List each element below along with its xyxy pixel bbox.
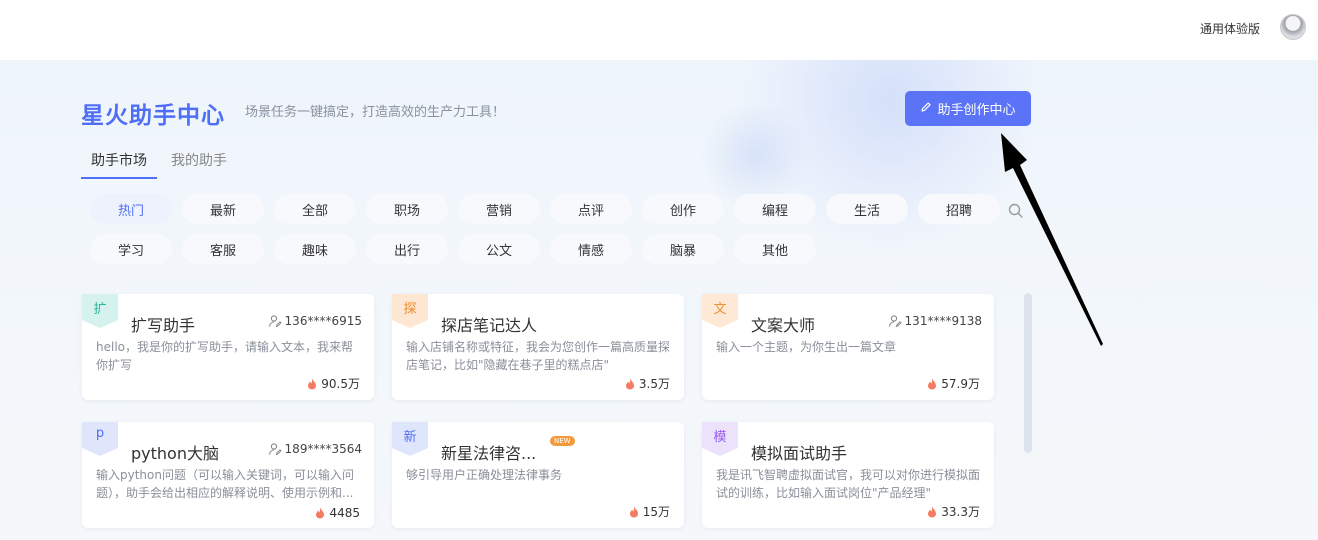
category-chip[interactable]: 创作 [642, 194, 724, 224]
card-description: 输入一个主题，为你生出一篇文章 [716, 340, 897, 354]
card-usage-count: 90.5万 [321, 377, 360, 391]
user-edit-icon [888, 315, 902, 328]
tab-my-assistants[interactable]: 我的助手 [161, 146, 237, 179]
card-usage: 57.9万 [927, 375, 980, 392]
category-filter: 热门 最新 全部 职场 营销 点评 创作 编程 生活 招聘 学习 客服 趣味 出行 公文 情感 脑暴 其他 [90, 194, 1020, 274]
fire-icon [629, 506, 638, 517]
card-title: 模拟面试助手 [751, 444, 848, 463]
fire-icon [625, 378, 634, 389]
assistant-card[interactable]: 新新星法律咨... NEW 够引导用户正确处理法律事务 15万 [392, 422, 684, 528]
category-chip[interactable]: 编程 [734, 194, 816, 224]
category-chip[interactable]: 全部 [274, 194, 356, 224]
card-author: 131****9138 [888, 314, 982, 328]
category-chip[interactable]: 公文 [458, 234, 540, 264]
new-badge: NEW [550, 436, 575, 446]
card-usage: 90.5万 [307, 375, 360, 392]
assistant-card[interactable]: 文文案大师 131****9138 输入一个主题，为你生出一篇文章 57.9万 [702, 294, 994, 400]
card-badge-letter: p [95, 426, 105, 441]
category-chip[interactable]: 生活 [826, 194, 908, 224]
assistant-creation-center-button[interactable]: 助手创作中心 [905, 91, 1031, 126]
card-usage-count: 15万 [642, 505, 670, 519]
search-icon[interactable] [1005, 200, 1027, 222]
pencil-icon [920, 101, 932, 116]
tab-assistant-market[interactable]: 助手市场 [81, 146, 157, 179]
card-description: hello，我是你的扩写助手，请输入文本，我来帮你扩写 [96, 340, 353, 372]
card-description: 输入python问题（可以输入关键词，可以输入问题），助手会给出相应的解释说明、… [96, 468, 354, 500]
card-author: 136****6915 [268, 314, 362, 328]
category-chip[interactable]: 脑暴 [642, 234, 724, 264]
card-description: 够引导用户正确处理法律事务 [406, 468, 563, 482]
fire-icon [316, 507, 325, 519]
card-usage-count: 3.5万 [638, 377, 670, 391]
page-subtitle: 场景任务一键搞定，打造高效的生产力工具！ [245, 105, 506, 120]
category-chip[interactable]: 招聘 [918, 194, 1000, 224]
page-title: 星火助手中心 [81, 103, 225, 129]
assistant-card[interactable]: 扩扩写助手 136****6915 hello，我是你的扩写助手，请输入文本，我来帮… [82, 294, 374, 400]
category-chip[interactable]: 职场 [366, 194, 448, 224]
category-chip[interactable]: 点评 [550, 194, 632, 224]
card-usage: 33.3万 [927, 503, 980, 520]
assistant-card[interactable]: 探探店笔记达人输入店铺名称或特征，我会为您创作一篇高质量探店笔记，比如"隐藏在巷… [392, 294, 684, 400]
top-bar: 通用体验版 [0, 0, 1318, 60]
card-author: 189****3564 [268, 442, 362, 456]
card-title: 文案大师 [751, 316, 816, 335]
category-row-1: 热门 最新 全部 职场 营销 点评 创作 编程 生活 招聘 [90, 194, 1020, 224]
category-chip[interactable]: 热门 [90, 194, 172, 224]
card-usage-count: 57.9万 [941, 377, 980, 391]
fire-icon [928, 378, 937, 389]
card-title: python大脑 [131, 444, 219, 463]
assistant-card[interactable]: p python大脑 189****3564 输入python问题（可以输入关键词，可… [82, 422, 374, 528]
scrollbar[interactable] [1024, 293, 1032, 453]
card-title: 扩写助手 [131, 316, 196, 335]
category-chip[interactable]: 营销 [458, 194, 540, 224]
card-badge-letter: 探 [403, 302, 417, 317]
card-title: 新星法律咨... [441, 444, 537, 463]
card-author-id: 189****3564 [284, 442, 362, 456]
card-title: 探店笔记达人 [441, 316, 538, 335]
category-row-2: 学习 客服 趣味 出行 公文 情感 脑暴 其他 [90, 234, 1020, 264]
card-badge-letter: 文 [713, 302, 727, 317]
card-usage: 4485 [315, 506, 360, 520]
card-badge-letter: 扩 [93, 302, 107, 317]
tab-bar: 助手市场 我的助手 [81, 146, 241, 179]
avatar[interactable] [1280, 14, 1306, 40]
fire-icon [928, 506, 937, 517]
fire-icon [308, 378, 317, 389]
card-author-id: 136****6915 [284, 314, 362, 328]
card-description: 输入店铺名称或特征，我会为您创作一篇高质量探店笔记，比如"隐藏在巷子里的糕点店" [406, 340, 671, 372]
category-chip[interactable]: 趣味 [274, 234, 356, 264]
user-edit-icon [268, 315, 282, 328]
assistant-card[interactable]: 模模拟面试助手我是讯飞智聘虚拟面试官，我可以对你进行模拟面试的训练，比如输入面试… [702, 422, 994, 528]
card-badge-letter: 新 [403, 430, 417, 445]
category-chip[interactable]: 出行 [366, 234, 448, 264]
card-badge-letter: 模 [713, 430, 727, 445]
main-area: 星火助手中心 场景任务一键搞定，打造高效的生产力工具！ 助手创作中心 助手市场 … [0, 60, 1318, 540]
edition-label[interactable]: 通用体验版 [1200, 20, 1260, 37]
category-chip[interactable]: 其他 [734, 234, 816, 264]
card-usage: 15万 [629, 503, 670, 520]
category-chip[interactable]: 情感 [550, 234, 632, 264]
card-author-id: 131****9138 [904, 314, 982, 328]
card-description: 我是讯飞智聘虚拟面试官，我可以对你进行模拟面试的训练，比如输入面试岗位"产品经理… [716, 468, 981, 500]
user-edit-icon [268, 443, 282, 456]
category-chip[interactable]: 客服 [182, 234, 264, 264]
card-usage: 3.5万 [625, 375, 670, 392]
category-chip[interactable]: 学习 [90, 234, 172, 264]
card-usage-count: 33.3万 [941, 505, 980, 519]
card-usage-count: 4485 [329, 506, 360, 520]
create-button-label: 助手创作中心 [937, 102, 1016, 117]
category-chip[interactable]: 最新 [182, 194, 264, 224]
